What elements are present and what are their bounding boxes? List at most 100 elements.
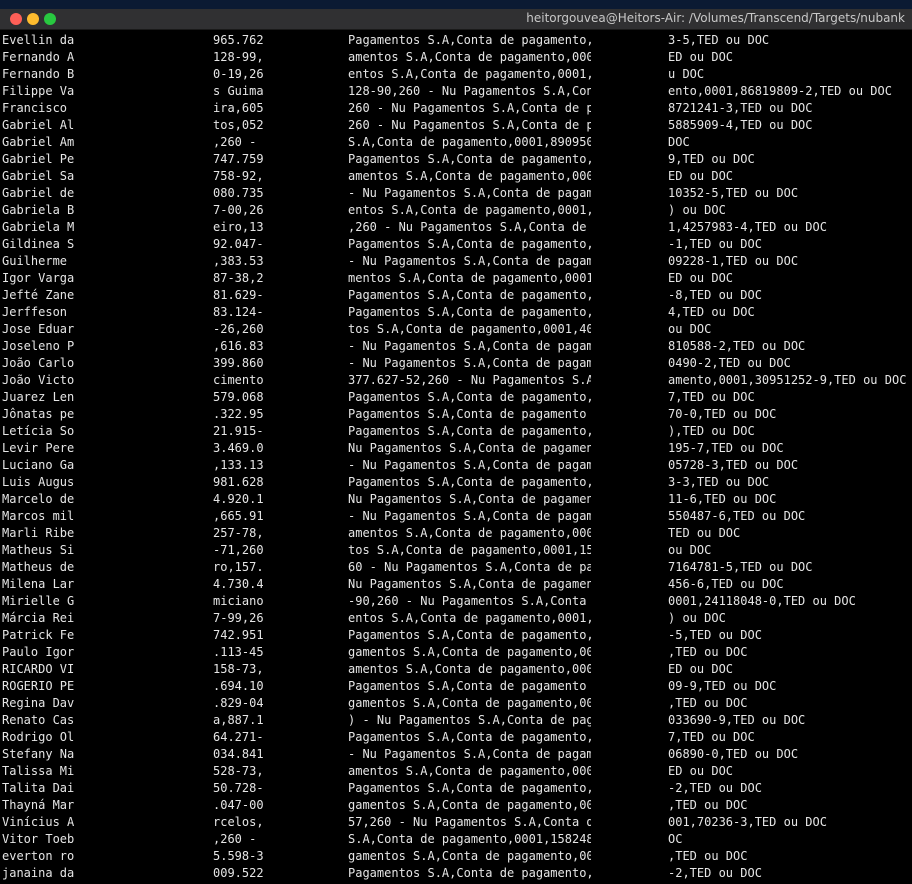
terminal-line: Stefany Na 034.841 - Nu Pagamentos S.A,Con… bbox=[0, 746, 912, 763]
terminal-line: Guilherme ,383.539 - Nu Pagamentos S.A,Con… bbox=[0, 253, 912, 270]
terminal-line-segment: amentos S.A,Conta de pagamento,0001 bbox=[348, 169, 591, 183]
terminal-line-segment: 21.915- bbox=[213, 424, 263, 438]
close-button[interactable] bbox=[10, 13, 22, 25]
terminal-line-segment: eiro,139 bbox=[213, 220, 263, 234]
terminal-line-segment: Pagamentos S.A,Conta de pagamento,00 bbox=[348, 288, 591, 302]
terminal-line: João Victo cimento 377.627-52,260 - Nu Pag… bbox=[0, 372, 912, 389]
terminal-line-segment: 87-38,26 bbox=[213, 271, 263, 285]
terminal-line-segment: - Nu Pagamentos S.A,Conta de pagamen bbox=[348, 356, 591, 370]
terminal-line-segment: ED ou DOC bbox=[668, 271, 734, 285]
terminal-window: heitorgouvea@Heitors-Air: /Volumes/Trans… bbox=[0, 0, 912, 884]
terminal-line: RICARDO VI 158-73,2 amentos S.A,Conta de p… bbox=[0, 661, 912, 678]
terminal-line-segment: Mirielle G bbox=[2, 594, 74, 608]
maximize-button[interactable] bbox=[44, 13, 56, 25]
terminal-line-segment: 080.735 bbox=[213, 186, 263, 200]
terminal-line-segment: TED ou DOC bbox=[668, 526, 741, 540]
terminal-line-segment: 195-7,TED ou DOC bbox=[668, 441, 784, 455]
terminal-line-segment: entos S.A,Conta de pagamento,0001,89 bbox=[348, 203, 591, 217]
terminal-line: Levir Pere 3.469.05 Nu Pagamentos S.A,Cont… bbox=[0, 440, 912, 457]
terminal-line-segment: ro,157.0 bbox=[213, 560, 263, 574]
terminal-line: Marli Ribe 257-78,2 amentos S.A,Conta de p… bbox=[0, 525, 912, 542]
terminal-line: Vinícius A rcelos, 57,260 - Nu Pagamentos … bbox=[0, 814, 912, 831]
terminal-line-segment: 456-6,TED ou DOC bbox=[668, 577, 784, 591]
terminal-line-segment: - Nu Pagamentos S.A,Conta de pagame bbox=[348, 254, 591, 268]
terminal-line-segment: Regina Dav bbox=[2, 696, 74, 710]
terminal-line: Marcos mil ,665.917 - Nu Pagamentos S.A,Co… bbox=[0, 508, 912, 525]
terminal-line: Matheus Si -71,260 tos S.A,Conta de pagame… bbox=[0, 542, 912, 559]
terminal-line-segment: 9,TED ou DOC bbox=[668, 152, 755, 166]
terminal-line-segment: Letícia So bbox=[2, 424, 74, 438]
terminal-line-segment: Thayná Mar bbox=[2, 798, 74, 812]
terminal-line-segment: 7,TED ou DOC bbox=[668, 730, 755, 744]
terminal-line-segment: Milena Lar bbox=[2, 577, 74, 591]
terminal-line-segment: OC bbox=[668, 832, 683, 846]
terminal-line-segment: S.A,Conta de pagamento,0001,158248 bbox=[348, 832, 591, 846]
terminal-line-segment: 50.728- bbox=[213, 781, 263, 795]
terminal-line-segment: .322.958 bbox=[213, 407, 263, 421]
terminal-line: Paulo Igor .113-45 gamentos S.A,Conta de p… bbox=[0, 644, 912, 661]
terminal-line-segment: 09228-1,TED ou DOC bbox=[668, 254, 799, 268]
terminal-line-segment: Evellin da bbox=[2, 33, 74, 47]
terminal-line-segment: ,133.130 bbox=[213, 458, 263, 472]
terminal-line-segment: 7-99,260 bbox=[213, 611, 263, 625]
terminal-line-segment: ED ou DOC bbox=[668, 764, 734, 778]
terminal-line-segment: ,TED ou DOC bbox=[668, 696, 748, 710]
terminal-line-segment: .694.105 bbox=[213, 679, 263, 693]
terminal-line-segment: 4.730.44 bbox=[213, 577, 263, 591]
terminal-line: Francisco ira,605 260 - Nu Pagamentos S.A,… bbox=[0, 100, 912, 117]
terminal-line: Juarez Len 579.068- Pagamentos S.A,Conta d… bbox=[0, 389, 912, 406]
terminal-line: Filippe Va s Guimar 128-90,260 - Nu Pagame… bbox=[0, 83, 912, 100]
terminal-line-segment: s Guimar bbox=[213, 84, 263, 98]
terminal-line: Mirielle G miciano -90,260 - Nu Pagamentos… bbox=[0, 593, 912, 610]
terminal-line-segment: 10352-5,TED ou DOC bbox=[668, 186, 799, 200]
terminal-line-segment: ,665.917 bbox=[213, 509, 263, 523]
terminal-line-segment: ,TED ou DOC bbox=[668, 849, 748, 863]
terminal-line-segment: gamentos S.A,Conta de pagamento,000 bbox=[348, 696, 591, 710]
terminal-line-segment: rcelos, bbox=[213, 815, 263, 829]
terminal-line: Gabriela M eiro,139 ,260 - Nu Pagamentos S… bbox=[0, 219, 912, 236]
terminal-line-segment: Jônatas pe bbox=[2, 407, 74, 421]
terminal-line: Luciano Ga ,133.130 - Nu Pagamentos S.A,Co… bbox=[0, 457, 912, 474]
terminal-line-segment: ) ou DOC bbox=[668, 203, 726, 217]
terminal-line-segment: Gabriela B bbox=[2, 203, 74, 217]
terminal-line-segment: Pagamentos S.A,Conta de pagamento,( bbox=[348, 475, 591, 489]
terminal-line: everton ro 5.598-3 gamentos S.A,Conta de p… bbox=[0, 848, 912, 865]
terminal-line-segment: Pagamentos S.A,Conta de pagamento,( bbox=[348, 628, 591, 642]
terminal-line-segment: 158-73,2 bbox=[213, 662, 263, 676]
terminal-line: Gabriel Al tos,052 260 - Nu Pagamentos S.A… bbox=[0, 117, 912, 134]
terminal-line-segment: 09-9,TED ou DOC bbox=[668, 679, 777, 693]
terminal-line-segment: Jose Eduar bbox=[2, 322, 74, 336]
terminal-line-segment: 260 - Nu Pagamentos S.A,Conta de pa bbox=[348, 101, 591, 115]
terminal-line: Regina Dav .829-04 gamentos S.A,Conta de p… bbox=[0, 695, 912, 712]
terminal-line-segment: - Nu Pagamentos S.A,Conta de pagamen bbox=[348, 747, 591, 761]
terminal-line-segment: entos S.A,Conta de pagamento,0001,7 bbox=[348, 67, 591, 81]
title-bar[interactable]: heitorgouvea@Heitors-Air: /Volumes/Trans… bbox=[0, 9, 912, 30]
terminal-line-segment: 3.469.05 bbox=[213, 441, 263, 455]
terminal-line: Igor Varga 87-38,26 mentos S.A,Conta de pa… bbox=[0, 270, 912, 287]
terminal-line-segment: Gildinea S bbox=[2, 237, 74, 251]
terminal-line-segment: a,887.10 bbox=[213, 713, 263, 727]
terminal-line-segment: 257-78,2 bbox=[213, 526, 263, 540]
terminal-line-segment: Gabriel Am bbox=[2, 135, 74, 149]
terminal-line-segment: Pagamentos S.A,Conta de pagamento bbox=[348, 679, 587, 693]
terminal-line-segment: 981.628- bbox=[213, 475, 263, 489]
terminal-output[interactable]: Evellin da 965.762- Pagamentos S.A,Conta d… bbox=[0, 30, 912, 884]
terminal-line-segment: Talissa Mi bbox=[2, 764, 74, 778]
terminal-line-segment: tos S.A,Conta de pagamento,0001,155 bbox=[348, 543, 591, 557]
terminal-line-segment: 810588-2,TED ou DOC bbox=[668, 339, 806, 353]
terminal-line-segment: Filippe Va bbox=[2, 84, 74, 98]
terminal-line-segment: Levir Pere bbox=[2, 441, 74, 455]
terminal-line-segment: 70-0,TED ou DOC bbox=[668, 407, 777, 421]
terminal-line-segment: Patrick Fe bbox=[2, 628, 74, 642]
terminal-line-segment: 742.951- bbox=[213, 628, 263, 642]
terminal-line-segment: RICARDO VI bbox=[2, 662, 74, 676]
terminal-line-segment: amentos S.A,Conta de pagamento,0001 bbox=[348, 764, 591, 778]
terminal-line-segment: Marcos mil bbox=[2, 509, 74, 523]
terminal-line: Thayná Mar .047-00 gamentos S.A,Conta de p… bbox=[0, 797, 912, 814]
terminal-line-segment: amentos S.A,Conta de pagamento,0001 bbox=[348, 662, 591, 676]
terminal-line: Talita Dai 50.728- Pagamentos S.A,Conta de… bbox=[0, 780, 912, 797]
terminal-line-segment: 83.124-0 bbox=[213, 305, 263, 319]
minimize-button[interactable] bbox=[27, 13, 39, 25]
terminal-line-segment: 92.047- bbox=[213, 237, 263, 251]
terminal-line: Vitor Toeb ,260 - N S.A,Conta de pagamento… bbox=[0, 831, 912, 848]
